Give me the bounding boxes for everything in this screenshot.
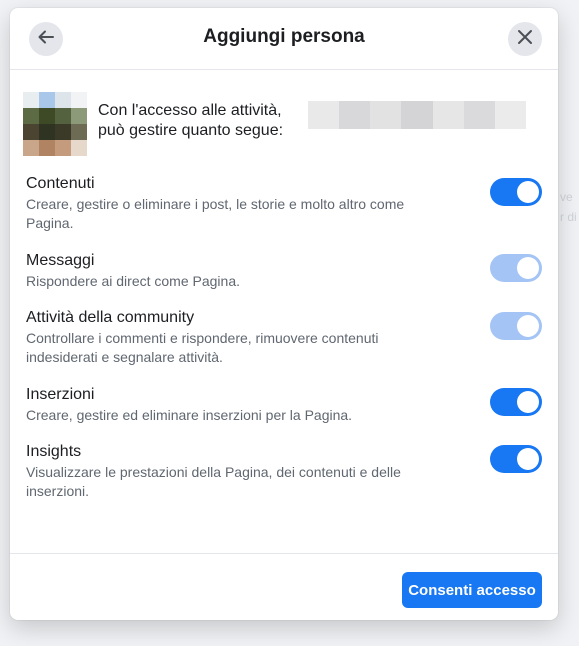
permission-description: Rispondere ai direct come Pagina. [26, 273, 241, 289]
toggle-messaggi[interactable] [490, 254, 542, 282]
permission-title: Contenuti [26, 175, 95, 192]
close-icon [517, 29, 533, 50]
grant-access-button[interactable]: Consenti accesso [402, 572, 542, 608]
toggle-insights[interactable] [490, 445, 542, 473]
permission-title: Insights [26, 443, 82, 460]
background-fragment: ve [560, 190, 573, 204]
blurred-person-name [308, 101, 526, 129]
toggle-knob [517, 181, 539, 203]
avatar [23, 92, 87, 156]
permission-inserzioni: Inserzioni Creare, gestire ed eliminare … [26, 385, 542, 425]
permission-contenuti: Contenuti Creare, gestire o eliminare i … [26, 174, 542, 233]
dialog-title: Aggiungi persona [203, 26, 365, 47]
add-person-dialog: Aggiungi persona Con l'accesso alle atti… [10, 8, 558, 620]
toggle-knob [517, 391, 539, 413]
toggle-attivita-community[interactable] [490, 312, 542, 340]
access-description: Con l'accesso alle attività, può gestire… [98, 101, 283, 141]
permission-description: Controllare i commenti e rispondere, rim… [26, 330, 379, 365]
permission-insights: Insights Visualizzare le prestazioni del… [26, 442, 542, 501]
dialog-header: Aggiungi persona [10, 8, 558, 70]
permission-messaggi: Messaggi Rispondere ai direct come Pagin… [26, 251, 542, 291]
toggle-knob [517, 448, 539, 470]
access-line-1: Con l'accesso alle attività, [98, 102, 282, 119]
permission-title: Messaggi [26, 252, 95, 269]
permission-description: Creare, gestire o eliminare i post, le s… [26, 196, 405, 231]
permission-title: Attività della community [26, 309, 195, 326]
toggle-knob [517, 315, 539, 337]
toggle-contenuti[interactable] [490, 178, 542, 206]
toggle-knob [517, 257, 539, 279]
access-line-2: può gestire quanto segue: [98, 122, 284, 139]
permission-description: Creare, gestire ed eliminare inserzioni … [26, 407, 353, 423]
permission-description: Visualizzare le prestazioni della Pagina… [26, 464, 401, 499]
dialog-footer: Consenti accesso [10, 553, 558, 620]
permission-title: Inserzioni [26, 386, 95, 403]
permission-attivita-community: Attività della community Controllare i c… [26, 308, 542, 367]
close-button[interactable] [508, 22, 542, 56]
background-fragment: r di [560, 210, 577, 224]
toggle-inserzioni[interactable] [490, 388, 542, 416]
